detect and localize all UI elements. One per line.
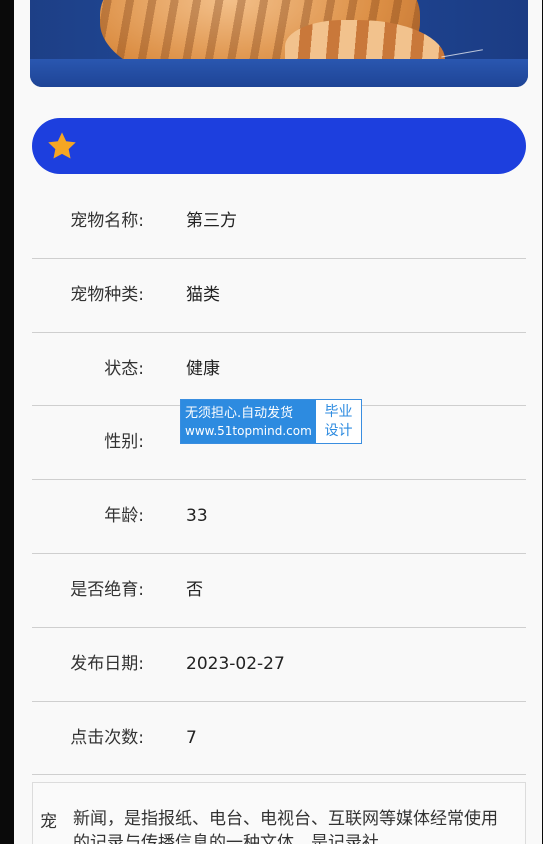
detail-row-type: 宠物种类: 猫类 <box>32 259 526 333</box>
pet-description: 宠 新闻，是指报纸、电台、电视台、互联网等媒体经常使用的记录与传播信息的一种文体… <box>32 782 526 844</box>
detail-value: 33 <box>186 506 208 527</box>
detail-row-age: 年龄: 33 <box>32 480 526 554</box>
description-text: 新闻，是指报纸、电台、电视台、互联网等媒体经常使用的记录与传播信息的一种文体，是… <box>73 809 498 844</box>
pet-details-list: 宠物名称: 第三方 宠物种类: 猫类 状态: 健康 性别: 年龄: 33 是否绝… <box>32 185 526 776</box>
detail-label: 状态: <box>104 358 144 379</box>
detail-label: 发布日期: <box>70 653 144 674</box>
detail-label: 宠物名称: <box>70 211 144 231</box>
detail-label: 宠物种类: <box>70 284 144 305</box>
detail-label: 点击次数: <box>70 727 144 748</box>
description-label: 宠 <box>40 812 57 832</box>
detail-label: 年龄: <box>104 506 144 527</box>
detail-value: 否 <box>186 579 203 600</box>
detail-value: 7 <box>186 727 197 748</box>
watermark-url: www.51topmind.com <box>185 423 312 438</box>
watermark-slogan: 无须担心.自动发货 <box>185 405 294 421</box>
detail-value: 健康 <box>186 358 220 379</box>
watermark-left: 无须担心.自动发货 www.51topmind.com <box>181 400 316 443</box>
detail-row-click-count: 点击次数: 7 <box>32 702 526 776</box>
favorite-banner[interactable] <box>32 118 526 174</box>
detail-row-publish-date: 发布日期: 2023-02-27 <box>32 628 526 702</box>
detail-value: 第三方 <box>186 211 237 231</box>
detail-label: 性别: <box>104 432 144 453</box>
detail-row-status: 状态: 健康 <box>32 333 526 407</box>
watermark-right-top: 毕业 <box>324 403 353 420</box>
pet-photo <box>30 0 528 87</box>
photo-background <box>30 59 528 87</box>
detail-row-neutered: 是否绝育: 否 <box>32 554 526 628</box>
photo-signature <box>439 36 483 58</box>
watermark-right: 毕业 设计 <box>316 400 361 443</box>
star-icon[interactable] <box>46 130 78 162</box>
watermark-overlay: 无须担心.自动发货 www.51topmind.com 毕业 设计 <box>180 399 362 444</box>
watermark-right-bottom: 设计 <box>324 422 353 439</box>
detail-value: 2023-02-27 <box>186 653 285 674</box>
detail-label: 是否绝育: <box>70 579 144 600</box>
detail-row-name: 宠物名称: 第三方 <box>32 185 526 259</box>
detail-value: 猫类 <box>186 284 220 305</box>
